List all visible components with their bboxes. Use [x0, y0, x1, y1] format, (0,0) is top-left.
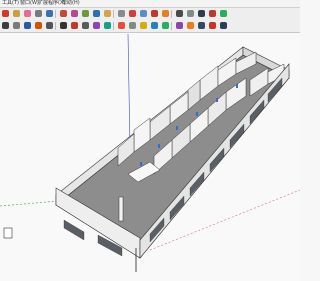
- orbit-icon[interactable]: [93, 10, 100, 17]
- camera-icon[interactable]: [176, 10, 183, 17]
- x-ray-icon[interactable]: [198, 10, 205, 17]
- toolbar: [0, 8, 300, 33]
- paint-bucket-icon[interactable]: [13, 10, 20, 17]
- toolbar-separator: [55, 22, 56, 30]
- tape-measure-icon[interactable]: [35, 10, 42, 17]
- toolbar-row-1: [0, 9, 300, 19]
- zoom-extents-icon[interactable]: [129, 10, 136, 17]
- iso-view-icon[interactable]: [198, 22, 205, 29]
- model-viewport[interactable]: [0, 33, 300, 281]
- toolbar-separator: [171, 22, 172, 30]
- menu-tools[interactable]: 工具(T): [2, 0, 19, 7]
- toolbar-separator: [113, 10, 114, 18]
- rectangle-icon[interactable]: [46, 22, 53, 29]
- menu-window[interactable]: 窗口(W): [20, 0, 39, 7]
- follow-me-icon[interactable]: [71, 10, 78, 17]
- styles-icon[interactable]: [209, 10, 216, 17]
- walk-icon[interactable]: [140, 10, 147, 17]
- push-pull-icon[interactable]: [35, 22, 42, 29]
- eraser-icon[interactable]: [24, 10, 31, 17]
- zoom-icon[interactable]: [118, 10, 125, 17]
- sandbox-icon[interactable]: [140, 22, 147, 29]
- top-view-icon[interactable]: [209, 22, 216, 29]
- toolbar-separator: [113, 22, 114, 30]
- pan-icon[interactable]: [104, 10, 111, 17]
- toolbar-separator: [171, 10, 172, 18]
- component-icon[interactable]: [151, 10, 158, 17]
- move-icon[interactable]: [24, 22, 31, 29]
- book-icon: [3, 227, 13, 239]
- gear-icon[interactable]: [13, 22, 20, 29]
- model-canvas[interactable]: [0, 33, 300, 281]
- menu-bar: 工具(T) 窗口(W) 扩展程序(X) 帮助(H): [0, 0, 300, 8]
- front-view-icon[interactable]: [220, 22, 227, 29]
- section-plane-icon[interactable]: [162, 10, 169, 17]
- offset-icon[interactable]: [82, 10, 89, 17]
- text-icon[interactable]: [82, 22, 89, 29]
- scale-icon[interactable]: [60, 10, 67, 17]
- match-photo-icon[interactable]: [187, 22, 194, 29]
- axes-icon[interactable]: [118, 22, 125, 29]
- column: [118, 196, 124, 222]
- shadow-icon[interactable]: [187, 10, 194, 17]
- arc-icon[interactable]: [71, 22, 78, 29]
- geo-location-icon[interactable]: [162, 22, 169, 29]
- extension-icon[interactable]: [176, 22, 183, 29]
- rotate-icon[interactable]: [46, 10, 53, 17]
- dimension-icon[interactable]: [93, 22, 100, 29]
- solid-tools-icon[interactable]: [129, 22, 136, 29]
- toolbar-separator: [55, 10, 56, 18]
- menu-help[interactable]: 帮助(H): [62, 0, 80, 7]
- red-circle-icon[interactable]: [2, 10, 9, 17]
- warehouse-icon[interactable]: [151, 22, 158, 29]
- protractor-icon[interactable]: [104, 22, 111, 29]
- select-icon[interactable]: [2, 22, 9, 29]
- line-icon[interactable]: [60, 22, 67, 29]
- layers-icon[interactable]: [220, 10, 227, 17]
- toolbar-row-2: [0, 21, 300, 31]
